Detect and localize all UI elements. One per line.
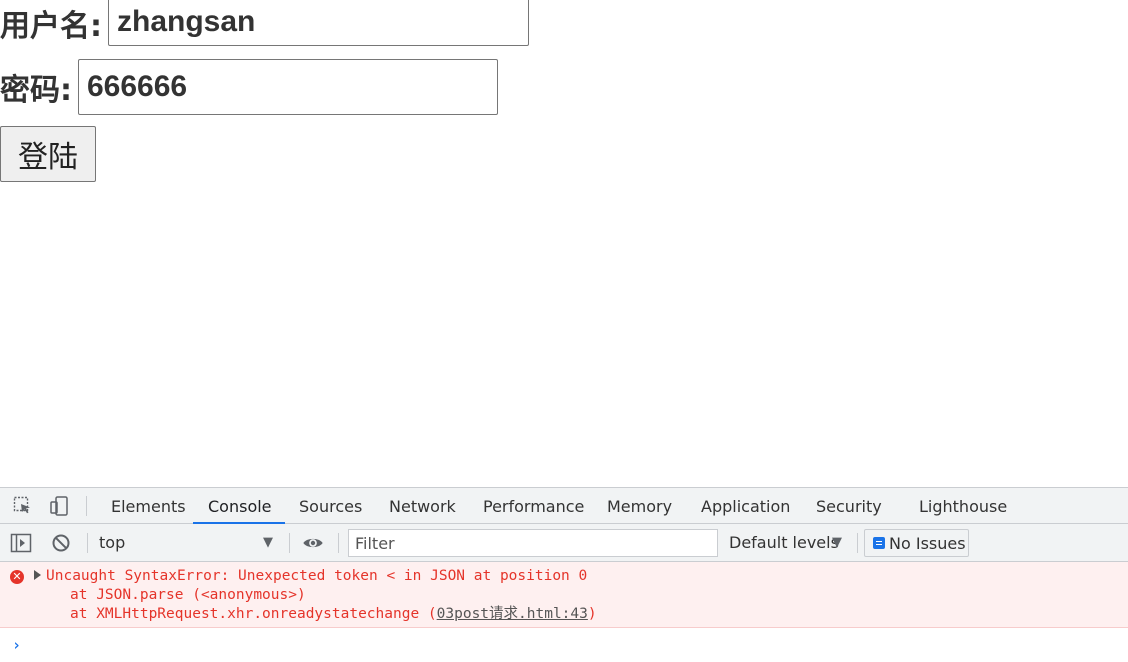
devtools-tab-bar: Elements Console Sources Network Perform… [0,487,1128,525]
login-button[interactable]: 登陆 [0,126,96,182]
tab-elements[interactable]: Elements [111,488,186,523]
tab-performance[interactable]: Performance [483,488,584,523]
source-link[interactable]: 03post请求.html:43 [437,606,588,622]
tab-security[interactable]: Security [816,488,882,523]
tab-lighthouse[interactable]: Lighthouse [919,488,1007,523]
expand-triangle-icon[interactable] [34,570,41,580]
console-prompt[interactable]: › [0,628,1128,658]
password-input[interactable] [78,59,498,115]
eye-icon[interactable] [302,532,324,554]
username-label: 用户名: [0,9,102,44]
stack-frame: at JSON.parse (<anonymous>) [70,587,306,603]
stack-frame-text: ) [587,606,597,622]
tab-application[interactable]: Application [701,488,790,523]
console-toolbar: top ▼ Default levels ▼ No Issues [0,524,1128,562]
error-text: Uncaught SyntaxError: Unexpected token <… [46,568,588,584]
stack-frame: at XMLHttpRequest.xhr.onreadystatechange… [70,605,597,624]
toolbar-divider [87,533,88,553]
prompt-chevron-icon: › [12,636,22,654]
toolbar-divider [338,533,339,553]
issues-icon [873,537,885,549]
context-selector[interactable]: top [99,524,125,561]
tabbar-divider [86,496,87,516]
password-label: 密码: [0,73,72,108]
tab-sources[interactable]: Sources [299,488,362,523]
inspect-element-icon[interactable] [12,495,34,517]
username-input[interactable] [108,0,529,46]
tab-console[interactable]: Console [193,488,284,525]
issues-button[interactable]: No Issues [864,529,969,557]
clear-console-icon[interactable] [50,532,72,554]
toolbar-divider [857,533,858,553]
context-dropdown-icon[interactable]: ▼ [263,524,273,561]
console-error-message: ✕ Uncaught SyntaxError: Unexpected token… [0,562,1128,628]
username-row: 用户名: [0,0,529,46]
tab-memory[interactable]: Memory [607,488,672,523]
console-filter-input[interactable] [348,529,718,557]
devtools-panel: Elements Console Sources Network Perform… [0,487,1128,662]
show-sidebar-icon[interactable] [10,532,32,554]
log-levels-dropdown[interactable]: Default levels [729,524,839,561]
error-icon: ✕ [10,570,24,584]
chevron-down-icon[interactable]: ▼ [832,524,842,561]
stack-frame-text: at XMLHttpRequest.xhr.onreadystatechange… [70,606,437,622]
password-row: 密码: [0,59,498,115]
toolbar-divider [289,533,290,553]
tab-network[interactable]: Network [389,488,456,523]
issues-label: No Issues [889,533,966,553]
device-toolbar-icon[interactable] [48,495,70,517]
